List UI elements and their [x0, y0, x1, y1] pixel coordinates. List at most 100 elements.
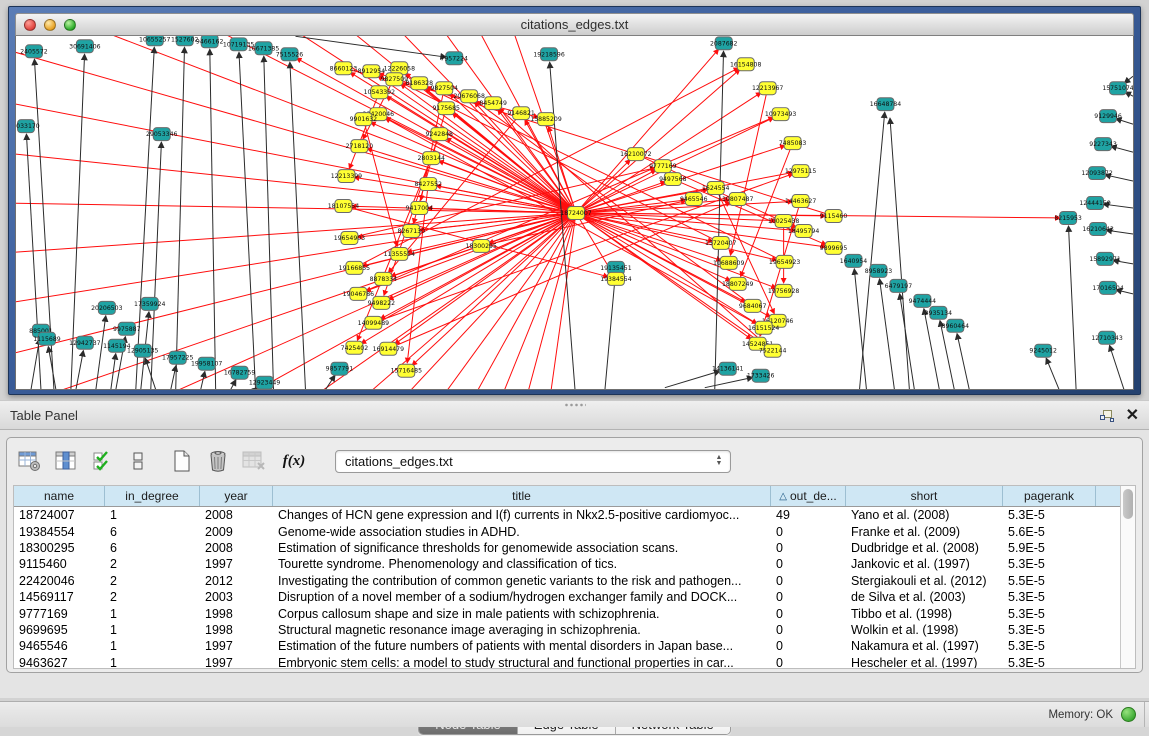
table-row[interactable]: 1938455462009Genome-wide association stu… — [14, 523, 1120, 539]
table-cell[interactable]: 5.3E-5 — [1003, 589, 1096, 605]
table-row[interactable]: 1456911722003Disruption of a novel membe… — [14, 589, 1120, 605]
table-row[interactable]: 946362711997Embryonic stem cells: a mode… — [14, 655, 1120, 668]
table-cell[interactable]: 6 — [105, 540, 200, 556]
table-cell[interactable]: Jankovic et al. (1997) — [846, 556, 1003, 572]
table-cell[interactable]: Dudbridge et al. (2008) — [846, 540, 1003, 556]
graph-edge[interactable] — [437, 213, 576, 390]
table-cell[interactable]: 5.3E-5 — [1003, 556, 1096, 572]
table-cell[interactable]: 0 — [771, 589, 846, 605]
delete-entry-trash-icon[interactable] — [205, 448, 231, 474]
table-cell[interactable]: 1 — [105, 638, 200, 654]
table-cell[interactable]: 14569117 — [14, 589, 105, 605]
show-columns-icon[interactable] — [53, 448, 79, 474]
graph-edge[interactable] — [665, 371, 720, 388]
new-table-icon[interactable] — [169, 448, 195, 474]
table-cell[interactable]: 2 — [105, 573, 200, 589]
column-header-out_de[interactable]: △out_de... — [771, 486, 846, 506]
graph-edge[interactable] — [385, 118, 576, 213]
table-cell[interactable]: 5.6E-5 — [1003, 523, 1096, 539]
graph-edge[interactable] — [290, 62, 306, 389]
table-cell[interactable]: 0 — [771, 605, 846, 621]
table-cell[interactable]: 0 — [771, 638, 846, 654]
table-row[interactable]: 2242004622012Investigating the contribut… — [14, 573, 1120, 589]
table-cell[interactable]: 0 — [771, 540, 846, 556]
table-cell[interactable]: Wolkin et al. (1998) — [846, 622, 1003, 638]
table-cell[interactable]: 9115460 — [14, 556, 105, 572]
dropdown-stepper-icon[interactable]: ▲▼ — [712, 453, 726, 470]
float-panel-icon[interactable] — [1100, 410, 1114, 423]
table-cell[interactable]: Structural magnetic resonance image aver… — [273, 622, 771, 638]
close-panel-icon[interactable]: ✕ — [1126, 408, 1139, 424]
graph-edge[interactable] — [605, 276, 615, 390]
table-cell[interactable]: 1 — [105, 605, 200, 621]
row-height-icon[interactable] — [125, 448, 151, 474]
graph-edge[interactable] — [1068, 226, 1076, 390]
table-cell[interactable]: Embryonic stem cells: a model to study s… — [273, 655, 771, 668]
table-cell[interactable]: Estimation of the future numbers of pati… — [273, 638, 771, 654]
graph-edge[interactable] — [264, 56, 274, 389]
table-cell[interactable]: 2 — [105, 589, 200, 605]
table-cell[interactable]: 1 — [105, 622, 200, 638]
table-row[interactable]: 946554611997Estimation of the future num… — [14, 638, 1120, 654]
table-cell[interactable]: 18300295 — [14, 540, 105, 556]
table-cell[interactable]: 1998 — [200, 605, 273, 621]
table-cell[interactable]: 5.3E-5 — [1003, 605, 1096, 621]
table-cell[interactable]: 1998 — [200, 622, 273, 638]
table-row[interactable]: 911546021997Tourette syndrome. Phenomeno… — [14, 556, 1120, 572]
table-cell[interactable]: 9777169 — [14, 605, 105, 621]
graph-edge[interactable] — [705, 377, 753, 387]
table-cell[interactable]: Genome-wide association studies in ADHD. — [273, 523, 771, 539]
graph-edge[interactable] — [239, 52, 256, 389]
graph-edge[interactable] — [1046, 358, 1059, 390]
table-cell[interactable]: 2012 — [200, 573, 273, 589]
table-cell[interactable]: 6 — [105, 523, 200, 539]
graph-edge[interactable] — [730, 88, 767, 255]
column-header-title[interactable]: title — [273, 486, 771, 506]
table-cell[interactable]: Tibbo et al. (1998) — [846, 605, 1003, 621]
table-selector-dropdown[interactable]: citations_edges.txt ▲▼ — [335, 450, 731, 473]
column-header-year[interactable]: year — [200, 486, 273, 506]
graph-edge[interactable] — [171, 366, 176, 390]
table-cell[interactable]: de Silva et al. (2003) — [846, 589, 1003, 605]
graph-edge[interactable] — [716, 188, 775, 314]
function-builder-icon[interactable]: f(x) — [281, 448, 307, 474]
table-cell[interactable]: 49 — [771, 507, 846, 523]
column-header-short[interactable]: short — [846, 486, 1003, 506]
network-window-titlebar[interactable]: citations_edges.txt — [15, 13, 1134, 36]
splitter-handle-icon[interactable] — [564, 403, 586, 407]
network-canvas[interactable]: 2405572306914061065525715276029466162107… — [16, 36, 1134, 390]
graph-edge[interactable] — [900, 294, 915, 390]
graph-edge[interactable] — [371, 122, 576, 213]
graph-edge[interactable] — [715, 51, 724, 389]
table-cell[interactable]: Estimation of significance thresholds fo… — [273, 540, 771, 556]
table-cell[interactable]: 5.3E-5 — [1003, 507, 1096, 523]
table-cell[interactable]: 9463627 — [14, 655, 105, 668]
table-cell[interactable]: Franke et al. (2009) — [846, 523, 1003, 539]
table-cell[interactable]: 2008 — [200, 507, 273, 523]
table-cell[interactable]: 5.3E-5 — [1003, 638, 1096, 654]
graph-edge[interactable] — [859, 112, 884, 390]
table-cell[interactable]: 1997 — [200, 638, 273, 654]
column-header-in_degree[interactable]: in_degree — [105, 486, 200, 506]
table-row[interactable]: 977716911998Corpus callosum shape and si… — [14, 605, 1120, 621]
table-cell[interactable]: 1997 — [200, 655, 273, 668]
graph-edge[interactable] — [231, 380, 236, 390]
network-window[interactable]: citations_edges.txt 24055723069140610655… — [8, 6, 1141, 395]
table-cell[interactable]: 2009 — [200, 523, 273, 539]
table-cell[interactable]: 5.9E-5 — [1003, 540, 1096, 556]
table-row[interactable]: 1830029562008Estimation of significance … — [14, 540, 1120, 556]
table-row[interactable]: 1872400712008Changes of HCN gene express… — [14, 507, 1120, 523]
graph-edge[interactable] — [201, 372, 205, 390]
table-cell[interactable]: 0 — [771, 556, 846, 572]
table-cell[interactable]: Nakamura et al. (1997) — [846, 638, 1003, 654]
vertical-scrollbar[interactable] — [1120, 486, 1135, 668]
table-cell[interactable]: 1 — [105, 655, 200, 668]
table-cell[interactable]: 19384554 — [14, 523, 105, 539]
table-cell[interactable]: Corpus callosum shape and size in male p… — [273, 605, 771, 621]
table-cell[interactable]: 5.3E-5 — [1003, 655, 1096, 668]
graph-edge[interactable] — [924, 309, 939, 390]
table-cell[interactable]: 5.5E-5 — [1003, 573, 1096, 589]
table-cell[interactable]: Stergiakouli et al. (2012) — [846, 573, 1003, 589]
table-cell[interactable]: 9465546 — [14, 638, 105, 654]
table-cell[interactable]: Disruption of a novel member of a sodium… — [273, 589, 771, 605]
